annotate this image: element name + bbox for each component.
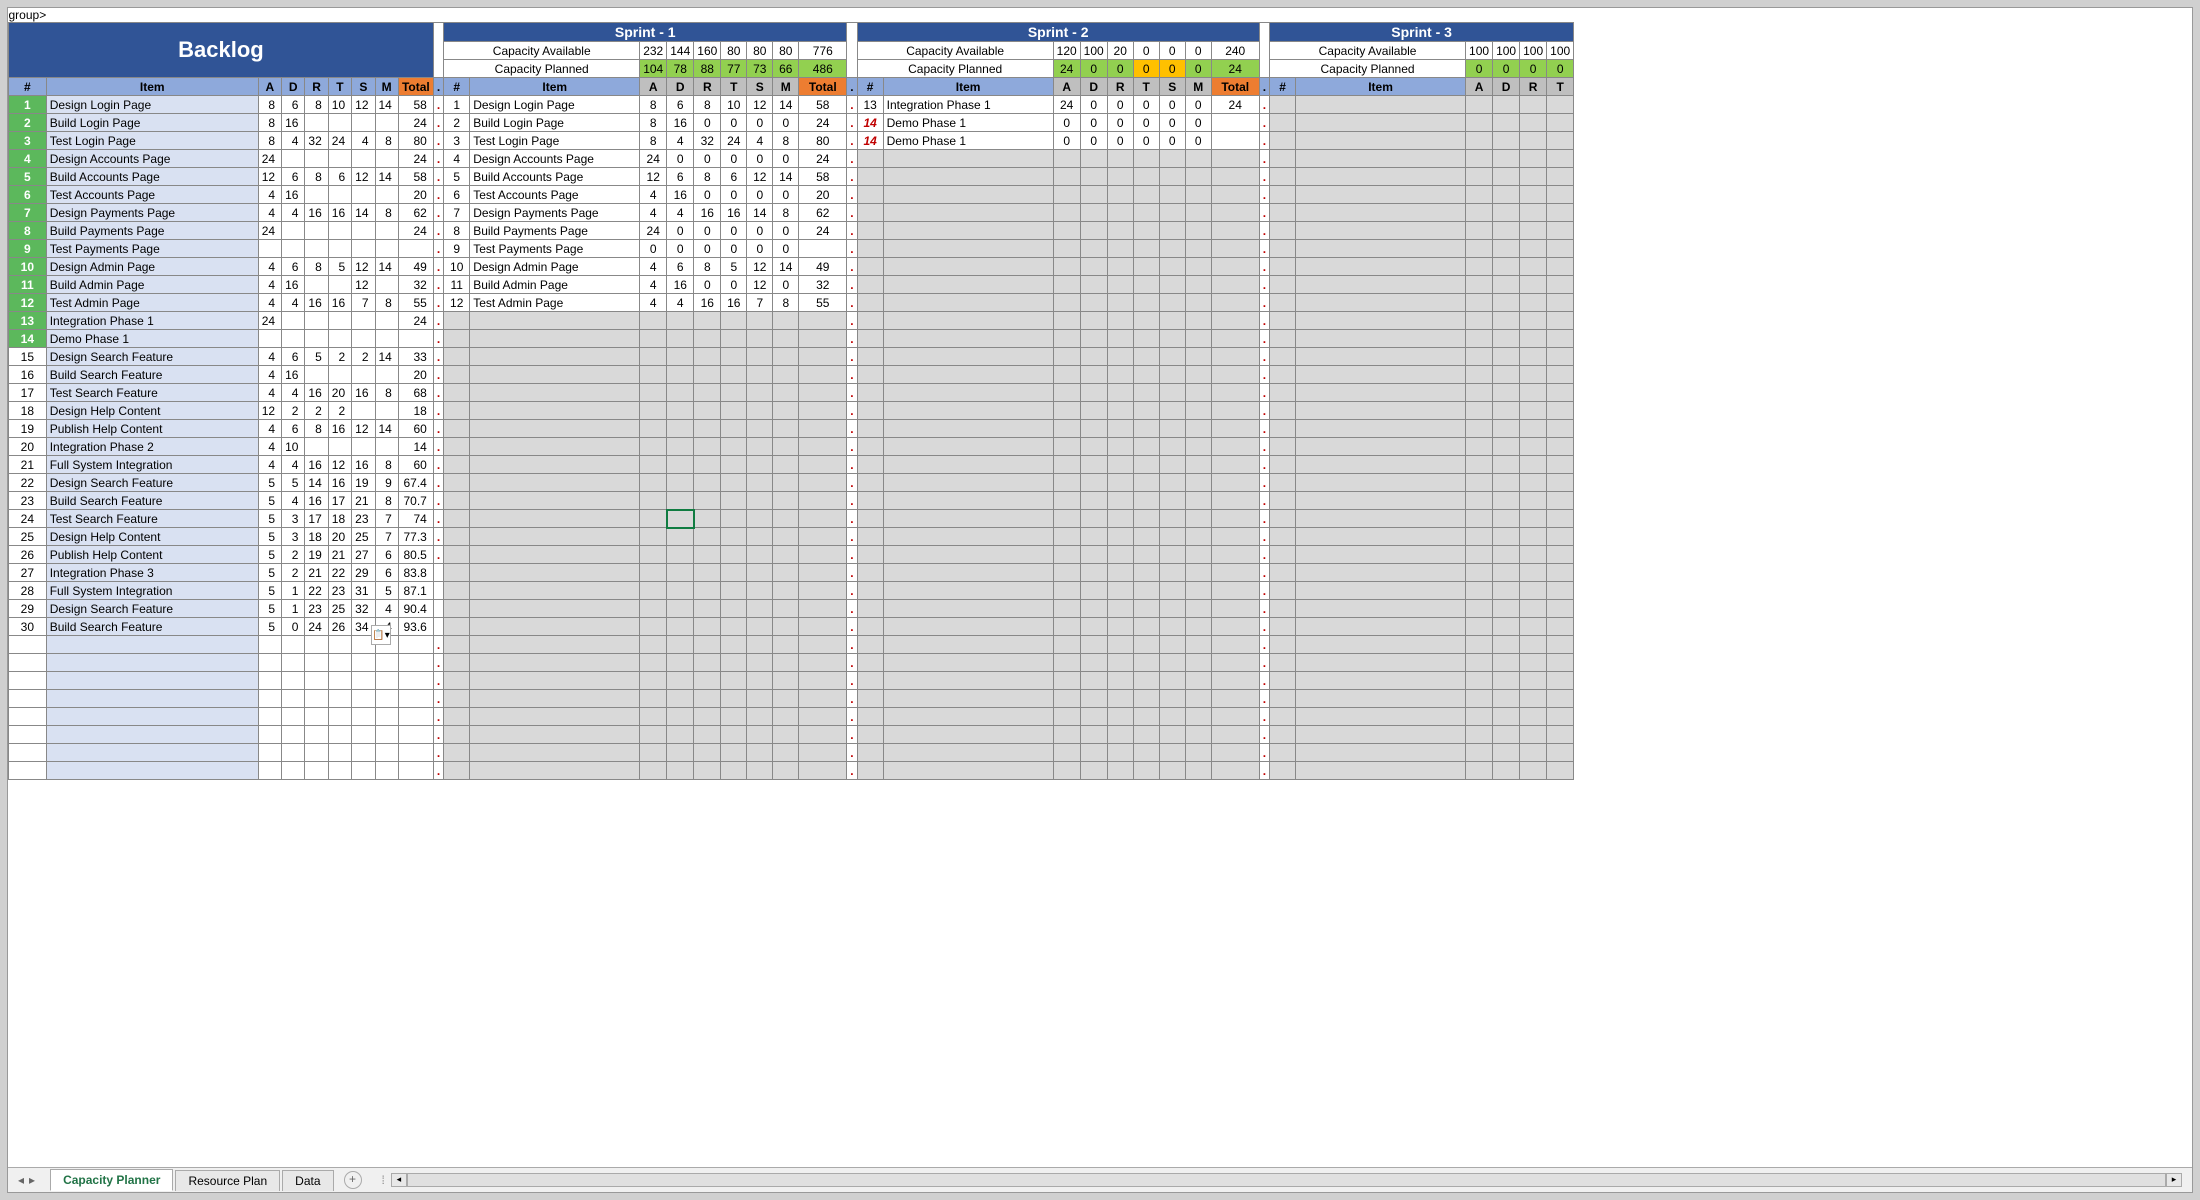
backlog-item[interactable]: Design Help Content xyxy=(46,528,258,546)
backlog-item[interactable]: Build Admin Page xyxy=(46,276,258,294)
backlog-item[interactable]: Design Payments Page xyxy=(46,204,258,222)
row-number: 20 xyxy=(9,438,47,456)
sprint-header: Sprint - 1 xyxy=(444,23,847,42)
row-number: 2 xyxy=(9,114,47,132)
backlog-item[interactable]: Build Accounts Page xyxy=(46,168,258,186)
backlog-item[interactable]: Test Payments Page xyxy=(46,240,258,258)
capacity-available-label: Capacity Available xyxy=(1270,42,1466,60)
row-number: 28 xyxy=(9,582,47,600)
backlog-item[interactable]: Publish Help Content xyxy=(46,546,258,564)
row-number: 10 xyxy=(9,258,47,276)
row-number: 7 xyxy=(9,204,47,222)
row-number: 3 xyxy=(9,132,47,150)
backlog-item[interactable]: Integration Phase 2 xyxy=(46,438,258,456)
sprint-header: Sprint - 2 xyxy=(857,23,1259,42)
sheet-tab[interactable]: Capacity Planner xyxy=(50,1169,173,1191)
tab-nav-prev[interactable]: ◂ xyxy=(18,1173,24,1187)
row-number: 9 xyxy=(9,240,47,258)
row-number: 22 xyxy=(9,474,47,492)
backlog-item[interactable]: Integration Phase 1 xyxy=(46,312,258,330)
backlog-item[interactable]: Test Search Feature xyxy=(46,510,258,528)
capacity-available-label: Capacity Available xyxy=(857,42,1053,60)
row-number: 8 xyxy=(9,222,47,240)
backlog-item[interactable]: Build Search Feature xyxy=(46,618,258,636)
horizontal-scrollbar[interactable]: ⁞ ◂ ▸ xyxy=(382,1173,2182,1187)
row-number: 27 xyxy=(9,564,47,582)
row-number: 1 xyxy=(9,96,47,114)
capacity-available-label: Capacity Available xyxy=(444,42,640,60)
backlog-item[interactable]: Full System Integration xyxy=(46,582,258,600)
row-number: 21 xyxy=(9,456,47,474)
row-number: 24 xyxy=(9,510,47,528)
backlog-item[interactable]: Publish Help Content xyxy=(46,420,258,438)
backlog-item[interactable]: Test Login Page xyxy=(46,132,258,150)
add-sheet-button[interactable]: + xyxy=(344,1171,362,1189)
backlog-item[interactable]: Design Admin Page xyxy=(46,258,258,276)
row-number: 18 xyxy=(9,402,47,420)
sheet-tab[interactable]: Resource Plan xyxy=(175,1170,280,1191)
scroll-left-button[interactable]: ◂ xyxy=(391,1173,407,1187)
sprint-header: Sprint - 3 xyxy=(1270,23,1574,42)
backlog-item[interactable]: Design Search Feature xyxy=(46,348,258,366)
row-number: 14 xyxy=(9,330,47,348)
backlog-item[interactable]: Build Payments Page xyxy=(46,222,258,240)
backlog-item[interactable]: Integration Phase 3 xyxy=(46,564,258,582)
backlog-item[interactable]: Design Help Content xyxy=(46,402,258,420)
row-number: 15 xyxy=(9,348,47,366)
backlog-item[interactable]: Build Search Feature xyxy=(46,492,258,510)
backlog-item[interactable]: Design Accounts Page xyxy=(46,150,258,168)
spreadsheet-grid[interactable]: group>BacklogSprint - 1Sprint - 2Sprint … xyxy=(8,8,1574,780)
row-number: 19 xyxy=(9,420,47,438)
backlog-item[interactable]: Design Search Feature xyxy=(46,474,258,492)
row-number: 11 xyxy=(9,276,47,294)
tab-nav-next[interactable]: ▸ xyxy=(29,1173,35,1187)
row-number: 29 xyxy=(9,600,47,618)
backlog-title: Backlog xyxy=(9,23,434,78)
backlog-item[interactable]: Design Search Feature xyxy=(46,600,258,618)
row-number: 17 xyxy=(9,384,47,402)
row-number: 30 xyxy=(9,618,47,636)
backlog-item[interactable]: Full System Integration xyxy=(46,456,258,474)
sheet-tabs: ◂ ▸ Capacity PlannerResource PlanData + … xyxy=(8,1167,2192,1192)
backlog-item[interactable]: Build Login Page xyxy=(46,114,258,132)
backlog-item[interactable]: Test Admin Page xyxy=(46,294,258,312)
backlog-item[interactable]: Design Login Page xyxy=(46,96,258,114)
row-number: 26 xyxy=(9,546,47,564)
backlog-item[interactable]: Test Accounts Page xyxy=(46,186,258,204)
row-number: 16 xyxy=(9,366,47,384)
capacity-planned-label: Capacity Planned xyxy=(1270,60,1466,78)
scroll-right-button[interactable]: ▸ xyxy=(2166,1173,2182,1187)
capacity-planned-label: Capacity Planned xyxy=(444,60,640,78)
capacity-planned-label: Capacity Planned xyxy=(857,60,1053,78)
backlog-item[interactable]: Demo Phase 1 xyxy=(46,330,258,348)
row-number: 23 xyxy=(9,492,47,510)
row-number: 5 xyxy=(9,168,47,186)
row-number: 6 xyxy=(9,186,47,204)
row-number: 12 xyxy=(9,294,47,312)
row-number: 25 xyxy=(9,528,47,546)
row-number: 13 xyxy=(9,312,47,330)
backlog-item[interactable]: Build Search Feature xyxy=(46,366,258,384)
paste-options-icon[interactable]: 📋▾ xyxy=(371,625,391,645)
row-number: 4 xyxy=(9,150,47,168)
sheet-tab[interactable]: Data xyxy=(282,1170,333,1191)
backlog-item[interactable]: Test Search Feature xyxy=(46,384,258,402)
